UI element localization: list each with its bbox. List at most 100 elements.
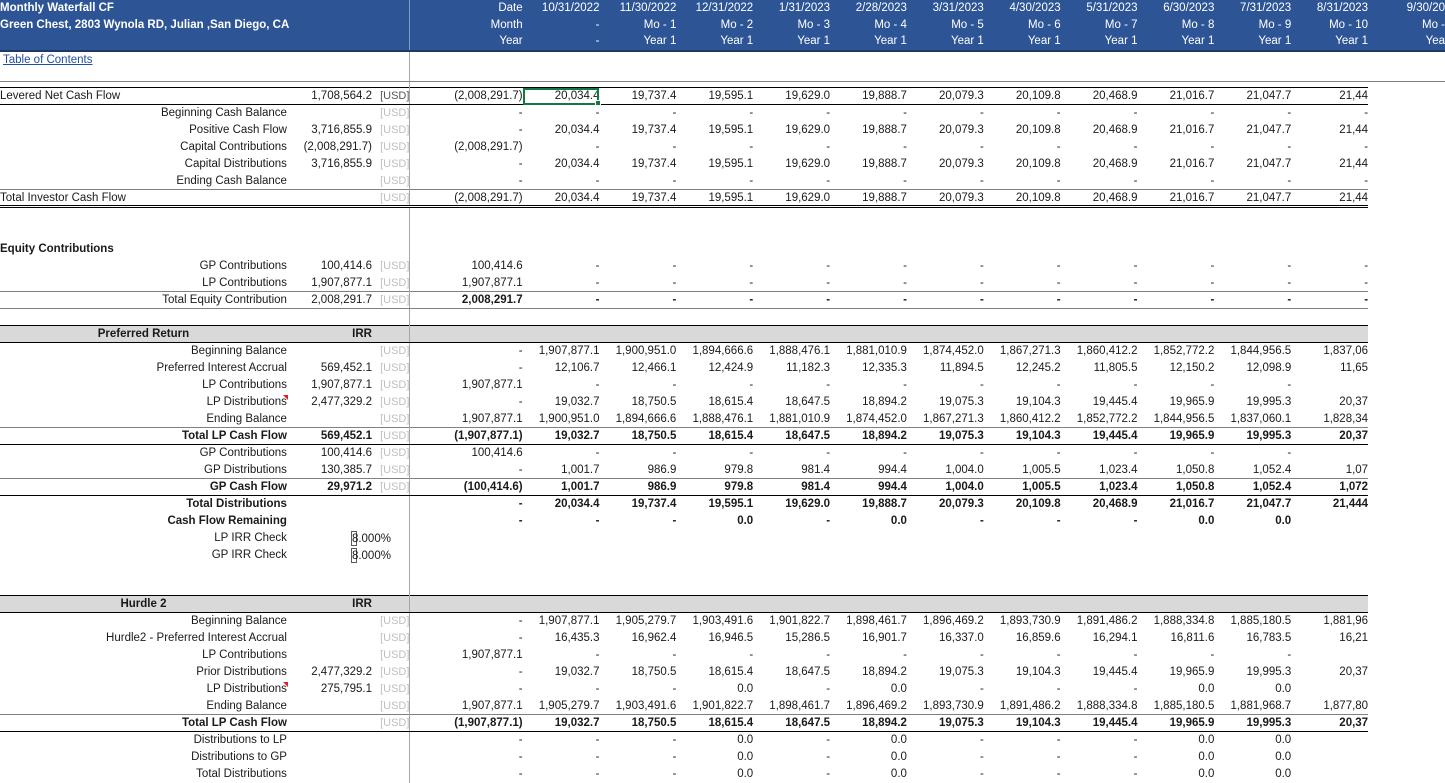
cell-total_equity_contribution-c2[interactable]: - [599, 292, 676, 309]
cell-h2_distributions_to_lp-c11[interactable] [1291, 732, 1368, 749]
cell-ending_cash_balance-c3[interactable]: - [676, 173, 753, 190]
cell-beginning_cash_balance-c1[interactable]: - [523, 105, 600, 122]
cell-total_investor_cash_flow-c1[interactable]: 20,034.4 [523, 190, 600, 207]
cell-lp_contributions_eq-c1[interactable]: - [523, 275, 600, 292]
cell-h2_lp_contributions-c6[interactable]: - [907, 647, 984, 664]
cell-pr_cash_flow_remaining-c3[interactable]: 0.0 [676, 513, 753, 530]
lp_irr_check-input[interactable]: 8.000% [351, 531, 357, 546]
cell-gp_contributions_eq-c9[interactable]: - [1138, 258, 1215, 275]
cell-total_equity_contribution-c4[interactable]: - [753, 292, 830, 309]
cell-pr_cash_flow_remaining-c11[interactable] [1291, 513, 1368, 530]
cell-total_investor_cash_flow-c3[interactable]: 19,595.1 [676, 190, 753, 207]
cell-pr_gp_contributions-c10[interactable]: - [1214, 445, 1291, 462]
cell-levered_net_cash_flow-c5[interactable]: 19,888.7 [830, 88, 907, 105]
cell-h2_lp_distributions-c1[interactable]: - [523, 681, 600, 698]
cell-pr_total_distributions-c4[interactable]: 19,629.0 [753, 496, 830, 513]
cell-pr_total_distributions-c6[interactable]: 20,079.3 [907, 496, 984, 513]
cell-pr_gp_cash_flow-c9[interactable]: 1,050.8 [1138, 479, 1215, 496]
cell-h2_preferred_interest_accrual-c11[interactable]: 16,21 [1291, 630, 1368, 647]
cell-capital_contributions-c3[interactable]: - [676, 139, 753, 156]
cell-pr_ending_balance-c8[interactable]: 1,852,772.2 [1061, 411, 1138, 428]
cell-pr_beginning_balance-c8[interactable]: 1,860,412.2 [1061, 343, 1138, 360]
cell-h2_distributions_to_gp-c2[interactable]: - [599, 749, 676, 766]
cell-h2_lp_contributions-c8[interactable]: - [1061, 647, 1138, 664]
cell-beginning_cash_balance-c4[interactable]: - [753, 105, 830, 122]
cell-h2_preferred_interest_accrual-c3[interactable]: 16,946.5 [676, 630, 753, 647]
cell-pr_lp_contributions-c10[interactable]: - [1214, 377, 1291, 394]
cell-h2_ending_balance-c6[interactable]: 1,893,730.9 [907, 698, 984, 715]
cell-h2_prior_distributions-c7[interactable]: 19,104.3 [984, 664, 1061, 681]
cell-pr_gp_contributions-c2[interactable]: - [599, 445, 676, 462]
cell-h2_beginning_balance-c1[interactable]: 1,907,877.1 [523, 613, 600, 630]
cell-pr_gp_distributions-c1[interactable]: 1,001.7 [523, 462, 600, 479]
cell-positive_cash_flow-c0[interactable]: - [410, 122, 523, 139]
cell-h2_prior_distributions-c2[interactable]: 18,750.5 [599, 664, 676, 681]
cell-beginning_cash_balance-c10[interactable]: - [1214, 105, 1291, 122]
cell-lp_contributions_eq-c4[interactable]: - [753, 275, 830, 292]
cell-total_equity_contribution-c9[interactable]: - [1138, 292, 1215, 309]
cell-pr_gp_cash_flow-c8[interactable]: 1,023.4 [1061, 479, 1138, 496]
cell-pr_beginning_balance-c5[interactable]: 1,881,010.9 [830, 343, 907, 360]
cell-levered_net_cash_flow-c0[interactable]: (2,008,291.7) [410, 88, 523, 105]
cell-lp_contributions_eq-c3[interactable]: - [676, 275, 753, 292]
cell-pr_lp_contributions-c9[interactable]: - [1138, 377, 1215, 394]
cell-h2_lp_contributions-c11[interactable] [1291, 647, 1368, 664]
cell-gp_contributions_eq-c3[interactable]: - [676, 258, 753, 275]
cell-pr_total_distributions-c8[interactable]: 20,468.9 [1061, 496, 1138, 513]
cell-pr_ending_balance-c9[interactable]: 1,844,956.5 [1138, 411, 1215, 428]
cell-pr_lp_distributions-c1[interactable]: 19,032.7 [523, 394, 600, 411]
cell-h2_total_distributions-c8[interactable]: - [1061, 766, 1138, 783]
cell-positive_cash_flow-c5[interactable]: 19,888.7 [830, 122, 907, 139]
cell-h2_distributions_to_lp-c1[interactable]: - [523, 732, 600, 749]
cell-pr_total_distributions-c5[interactable]: 19,888.7 [830, 496, 907, 513]
cell-h2_distributions_to_lp-c2[interactable]: - [599, 732, 676, 749]
cell-h2_lp_distributions-c0[interactable]: - [410, 681, 523, 698]
cell-pr_lp_contributions-c0[interactable]: 1,907,877.1 [410, 377, 523, 394]
cell-pr_gp_distributions-c7[interactable]: 1,005.5 [984, 462, 1061, 479]
cell-ending_cash_balance-c5[interactable]: - [830, 173, 907, 190]
cell-ending_cash_balance-c2[interactable]: - [599, 173, 676, 190]
cell-beginning_cash_balance-c7[interactable]: - [984, 105, 1061, 122]
cell-total_equity_contribution-c7[interactable]: - [984, 292, 1061, 309]
cell-pr_gp_cash_flow-c0[interactable]: (100,414.6) [410, 479, 523, 496]
cell-pr_beginning_balance-c10[interactable]: 1,844,956.5 [1214, 343, 1291, 360]
cell-positive_cash_flow-c6[interactable]: 20,079.3 [907, 122, 984, 139]
cell-h2_lp_distributions-c3[interactable]: 0.0 [676, 681, 753, 698]
cell-h2_prior_distributions-c11[interactable]: 20,37 [1291, 664, 1368, 681]
cell-h2_distributions_to_lp-c4[interactable]: - [753, 732, 830, 749]
cell-h2_total_lp_cash_flow-c3[interactable]: 18,615.4 [676, 715, 753, 732]
cell-ending_cash_balance-c1[interactable]: - [523, 173, 600, 190]
cell-pr_gp_distributions-c3[interactable]: 979.8 [676, 462, 753, 479]
cell-capital_contributions-c2[interactable]: - [599, 139, 676, 156]
cell-pr_preferred_interest_accrual-c5[interactable]: 12,335.3 [830, 360, 907, 377]
cell-capital_contributions-c9[interactable]: - [1138, 139, 1215, 156]
cell-h2_total_distributions-c7[interactable]: - [984, 766, 1061, 783]
cell-capital_distributions-c6[interactable]: 20,079.3 [907, 156, 984, 173]
cell-pr_total_lp_cash_flow-c0[interactable]: (1,907,877.1) [410, 428, 523, 445]
cell-pr_lp_contributions-c2[interactable]: - [599, 377, 676, 394]
cell-h2_preferred_interest_accrual-c2[interactable]: 16,962.4 [599, 630, 676, 647]
cell-pr_preferred_interest_accrual-c1[interactable]: 12,106.7 [523, 360, 600, 377]
cell-pr_lp_distributions-c10[interactable]: 19,995.3 [1214, 394, 1291, 411]
cell-pr_ending_balance-c5[interactable]: 1,874,452.0 [830, 411, 907, 428]
cell-lp_contributions_eq-c7[interactable]: - [984, 275, 1061, 292]
cell-positive_cash_flow-c4[interactable]: 19,629.0 [753, 122, 830, 139]
cell-total_equity_contribution-c3[interactable]: - [676, 292, 753, 309]
cell-pr_beginning_balance-c3[interactable]: 1,894,666.6 [676, 343, 753, 360]
cell-pr_total_lp_cash_flow-c3[interactable]: 18,615.4 [676, 428, 753, 445]
cell-pr_gp_cash_flow-c11[interactable]: 1,072 [1291, 479, 1368, 496]
cell-pr_lp_distributions-c6[interactable]: 19,075.3 [907, 394, 984, 411]
cell-gp_contributions_eq-c11[interactable]: - [1291, 258, 1368, 275]
cell-total_equity_contribution-c0[interactable]: 2,008,291.7 [410, 292, 523, 309]
cell-capital_distributions-c8[interactable]: 20,468.9 [1061, 156, 1138, 173]
cell-total_equity_contribution-c8[interactable]: - [1061, 292, 1138, 309]
cell-levered_net_cash_flow-c10[interactable]: 21,047.7 [1214, 88, 1291, 105]
cell-pr_gp_cash_flow-c1[interactable]: 1,001.7 [523, 479, 600, 496]
cell-pr_gp_distributions-c6[interactable]: 1,004.0 [907, 462, 984, 479]
cell-beginning_cash_balance-c3[interactable]: - [676, 105, 753, 122]
cell-capital_contributions-c6[interactable]: - [907, 139, 984, 156]
cell-capital_contributions-c8[interactable]: - [1061, 139, 1138, 156]
cell-h2_beginning_balance-c7[interactable]: 1,893,730.9 [984, 613, 1061, 630]
cell-ending_cash_balance-c10[interactable]: - [1214, 173, 1291, 190]
cell-beginning_cash_balance-c0[interactable]: - [410, 105, 523, 122]
